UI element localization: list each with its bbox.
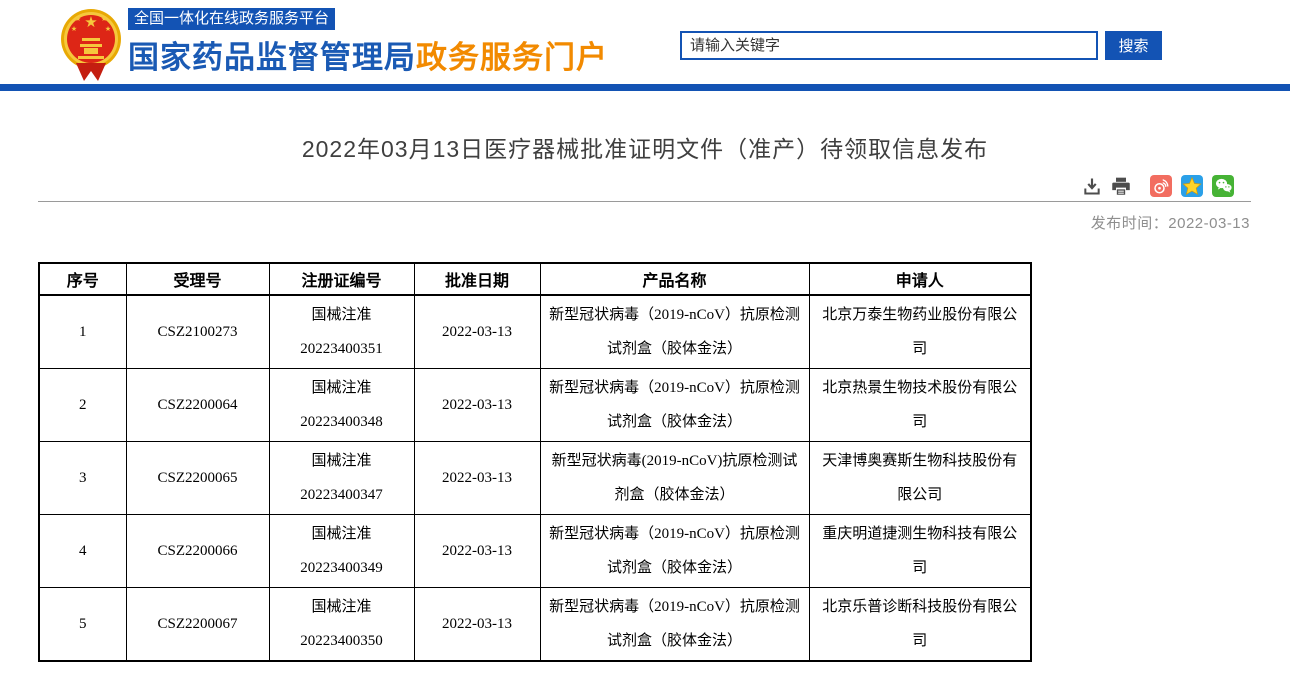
site-brand[interactable]: 全国一体化在线政务服务平台 国家药品监督管理局政务服务门户: [128, 8, 608, 77]
cell-acceptance-no: CSZ2200066: [125, 514, 270, 588]
wechat-share-icon[interactable]: [1212, 174, 1234, 197]
article-toolbar: [1082, 174, 1234, 197]
cert-prefix: 国械注准: [311, 526, 372, 542]
cert-number: 20223400347: [300, 487, 383, 503]
cell-product-name: 新型冠状病毒（2019-nCoV）抗原检测试剂盒（胶体金法）: [539, 587, 810, 662]
cell-applicant: 北京热景生物技术股份有限公司: [808, 368, 1032, 442]
svg-text:★: ★: [75, 15, 81, 23]
cell-seq: 5: [38, 587, 127, 662]
print-icon[interactable]: [1111, 176, 1131, 196]
content-divider-line: [38, 201, 1251, 202]
col-header-applicant: 申请人: [808, 262, 1032, 296]
cell-cert-no: 国械注准 20223400348: [268, 368, 415, 442]
cell-applicant: 天津博奥赛斯生物科技股份有限公司: [808, 441, 1032, 515]
cell-seq: 1: [38, 294, 127, 369]
cell-applicant: 重庆明道捷测生物科技有限公司: [808, 514, 1032, 588]
cell-cert-no: 国械注准 20223400351: [268, 294, 415, 369]
col-header-product-name: 产品名称: [539, 262, 810, 296]
cell-product-name: 新型冠状病毒（2019-nCoV）抗原检测试剂盒（胶体金法）: [539, 294, 810, 369]
search-box: 搜索: [680, 31, 1162, 60]
cell-seq: 4: [38, 514, 127, 588]
cell-approval-date: 2022-03-13: [413, 368, 541, 442]
publish-time: 发布时间：2022-03-13: [1091, 212, 1250, 233]
table-header-row: 序号 受理号 注册证编号 批准日期 产品名称 申请人: [38, 262, 1032, 296]
weibo-share-icon[interactable]: [1150, 174, 1172, 197]
header-divider-bar: [0, 84, 1290, 91]
cell-applicant: 北京万泰生物药业股份有限公司: [808, 294, 1032, 369]
cell-cert-no: 国械注准 20223400350: [268, 587, 415, 662]
qzone-share-icon[interactable]: [1181, 174, 1203, 197]
cell-acceptance-no: CSZ2200065: [125, 441, 270, 515]
download-icon[interactable]: [1082, 176, 1102, 196]
svg-text:★: ★: [71, 25, 77, 33]
table-row: 2 CSZ2200064 国械注准 20223400348 2022-03-13…: [38, 368, 1032, 442]
cell-acceptance-no: CSZ2100273: [125, 294, 270, 369]
table-row: 5 CSZ2200067 国械注准 20223400350 2022-03-13…: [38, 587, 1032, 662]
cert-prefix: 国械注准: [311, 599, 372, 615]
col-header-seq: 序号: [38, 262, 127, 296]
table-row: 3 CSZ2200065 国械注准 20223400347 2022-03-13…: [38, 441, 1032, 515]
cell-seq: 3: [38, 441, 127, 515]
approval-table: 序号 受理号 注册证编号 批准日期 产品名称 申请人 1 CSZ2100273 …: [38, 262, 1032, 662]
cell-approval-date: 2022-03-13: [413, 441, 541, 515]
cert-prefix: 国械注准: [311, 380, 372, 396]
col-header-acceptance-no: 受理号: [125, 262, 270, 296]
cell-applicant: 北京乐普诊断科技股份有限公司: [808, 587, 1032, 662]
portal-name: 政务服务门户: [416, 40, 608, 75]
col-header-cert-no: 注册证编号: [268, 262, 415, 296]
cell-product-name: 新型冠状病毒（2019-nCoV）抗原检测试剂盒（胶体金法）: [539, 514, 810, 588]
cell-cert-no: 国械注准 20223400349: [268, 514, 415, 588]
col-header-approval-date: 批准日期: [413, 262, 541, 296]
cell-acceptance-no: CSZ2200067: [125, 587, 270, 662]
table-row: 1 CSZ2100273 国械注准 20223400351 2022-03-13…: [38, 294, 1032, 369]
search-input[interactable]: [680, 31, 1098, 60]
search-button[interactable]: 搜索: [1105, 31, 1162, 60]
cert-number: 20223400348: [300, 414, 383, 430]
svg-text:★: ★: [84, 14, 97, 31]
platform-badge: 全国一体化在线政务服务平台: [128, 8, 336, 30]
svg-text:★: ★: [105, 25, 111, 33]
publish-time-label: 发布时间：: [1090, 215, 1169, 232]
site-name: 国家药品监督管理局: [128, 40, 416, 75]
publish-time-date: 2022-03-13: [1168, 215, 1250, 232]
cert-number: 20223400350: [300, 633, 383, 649]
cert-number: 20223400351: [300, 341, 383, 357]
page-title: 2022年03月13日医疗器械批准证明文件（准产）待领取信息发布: [301, 136, 989, 162]
cell-approval-date: 2022-03-13: [413, 514, 541, 588]
cert-prefix: 国械注准: [311, 307, 372, 323]
cert-number: 20223400349: [300, 560, 383, 576]
cert-prefix: 国械注准: [311, 453, 372, 469]
cell-approval-date: 2022-03-13: [413, 294, 541, 369]
cell-approval-date: 2022-03-13: [413, 587, 541, 662]
svg-text:★: ★: [101, 15, 107, 23]
cell-seq: 2: [38, 368, 127, 442]
cell-acceptance-no: CSZ2200064: [125, 368, 270, 442]
cell-product-name: 新型冠状病毒(2019-nCoV)抗原检测试剂盒（胶体金法）: [539, 441, 810, 515]
site-header: ★ ★ ★ ★ ★ 全国一体化在线政务服务平台 国家药品监督管理局政务服务门户 …: [0, 0, 1290, 84]
cell-product-name: 新型冠状病毒（2019-nCoV）抗原检测试剂盒（胶体金法）: [539, 368, 810, 442]
table-row: 4 CSZ2200066 国械注准 20223400349 2022-03-13…: [38, 514, 1032, 588]
national-emblem-logo: ★ ★ ★ ★ ★: [61, 9, 121, 81]
approval-table-wrapper: 序号 受理号 注册证编号 批准日期 产品名称 申请人 1 CSZ2100273 …: [38, 262, 1032, 662]
cell-cert-no: 国械注准 20223400347: [268, 441, 415, 515]
